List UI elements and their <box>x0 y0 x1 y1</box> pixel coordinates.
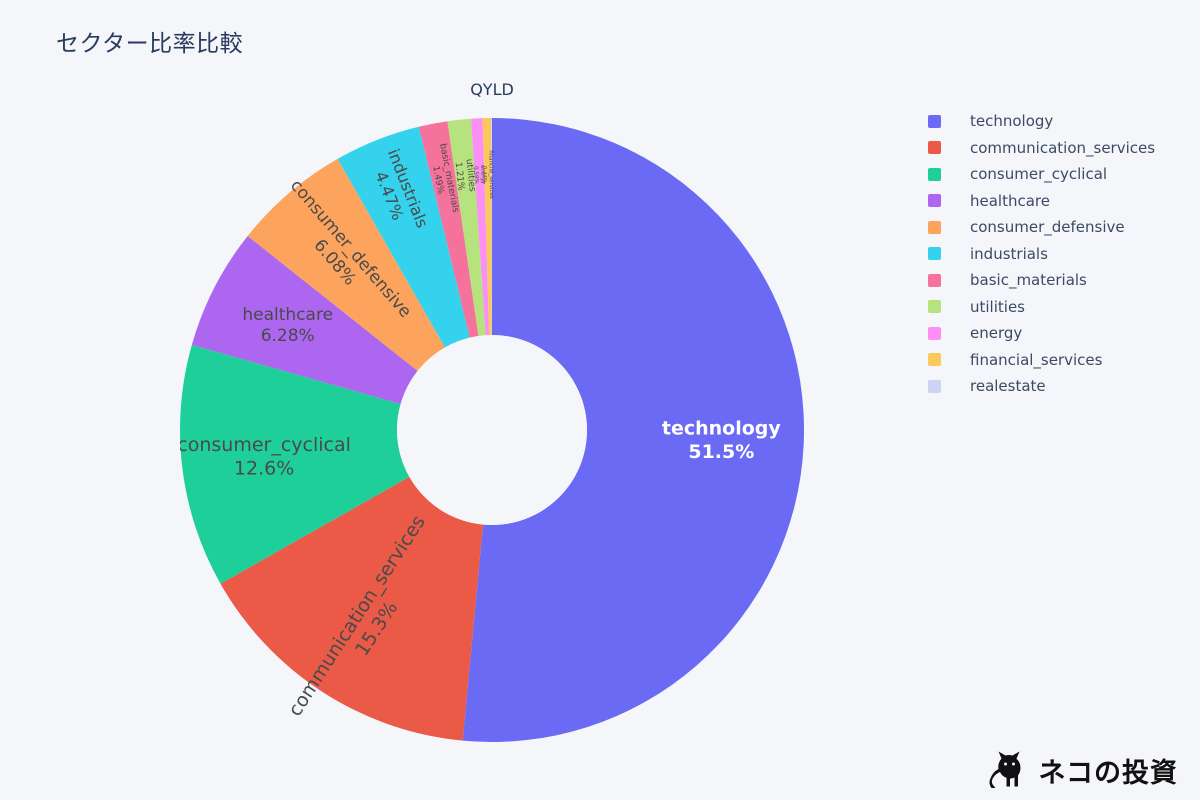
legend-swatch-icon <box>928 300 941 314</box>
legend-item[interactable]: communication_services <box>928 135 1190 162</box>
legend-item-label: communication_services <box>970 138 1156 157</box>
legend-swatch-icon <box>928 167 941 181</box>
pie-slice-label-value: 0.44% <box>481 166 487 184</box>
legend-swatch-icon <box>928 114 941 128</box>
pie-slice-label-value: 12.6% <box>234 458 294 480</box>
legend-item-label: energy <box>970 324 1023 343</box>
legend-item-label: technology <box>970 112 1054 131</box>
legend-item-label: healthcare <box>970 191 1050 210</box>
legend-item[interactable]: realestate <box>928 373 1190 400</box>
pie-chart: technology 51.5% communication_services 15.… <box>180 118 804 742</box>
pie-slice-label-value: 6.28% <box>261 326 315 346</box>
legend-item[interactable]: utilities <box>928 294 1190 321</box>
legend-swatch-icon <box>928 353 941 367</box>
cat-silhouette-icon <box>989 751 1021 788</box>
chart-subtitle: QYLD <box>470 80 514 99</box>
legend-swatch-icon <box>928 326 941 340</box>
pie-slice-label-name: healthcare <box>242 305 333 325</box>
pie-chart-svg: technology51.5%communication_services15.… <box>180 118 804 742</box>
legend-item-label: utilities <box>970 297 1025 316</box>
legend-item-label: basic_materials <box>970 271 1087 290</box>
legend-swatch-icon <box>928 247 941 261</box>
legend-item[interactable]: energy <box>928 320 1190 347</box>
pie-slice-label-name: consumer_cyclical <box>180 434 351 456</box>
watermark-text: ネコの投資 <box>1038 757 1178 789</box>
donut-hole <box>397 335 587 525</box>
legend-item[interactable]: industrials <box>928 241 1190 268</box>
legend-item-label: consumer_cyclical <box>970 165 1108 184</box>
legend-item-label: realestate <box>970 377 1046 396</box>
legend-item[interactable]: healthcare <box>928 188 1190 215</box>
legend-item-label: consumer_defensive <box>970 218 1125 237</box>
legend-swatch-icon <box>928 194 941 208</box>
watermark: ネコの投資 <box>989 750 1178 790</box>
legend-item-label: financial_services <box>970 350 1103 369</box>
legend-item-label: industrials <box>970 244 1048 263</box>
pie-slice-label-value: 0.59% <box>472 166 479 184</box>
legend: technology communication_services consumer… <box>928 108 1190 400</box>
page-title: セクター比率比較 <box>56 31 244 57</box>
legend-swatch-icon <box>928 273 941 287</box>
legend-item[interactable]: consumer_cyclical <box>928 161 1190 188</box>
legend-swatch-icon <box>928 379 941 393</box>
legend-item[interactable]: basic_materials <box>928 267 1190 294</box>
pie-slice-label-name: technology <box>662 418 782 440</box>
legend-swatch-icon <box>928 220 941 234</box>
legend-item[interactable]: technology <box>928 108 1190 135</box>
pie-slice-label-value: 51.5% <box>688 441 754 463</box>
legend-swatch-icon <box>928 141 941 155</box>
pie-slice-label-name: financial_services <box>487 150 494 199</box>
legend-item[interactable]: financial_services <box>928 347 1190 374</box>
legend-item[interactable]: consumer_defensive <box>928 214 1190 241</box>
